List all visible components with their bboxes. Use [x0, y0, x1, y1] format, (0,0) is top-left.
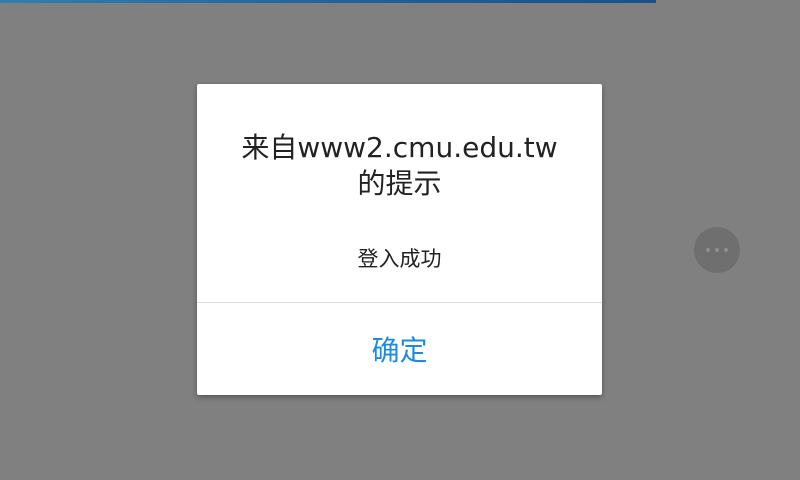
confirm-button[interactable]: 确定: [197, 303, 602, 395]
dialog-title: 来自www2.cmu.edu.tw的提示: [241, 131, 558, 200]
more-horiz-icon: [704, 248, 731, 252]
more-options-button[interactable]: [694, 227, 740, 273]
alert-dialog: 来自www2.cmu.edu.tw的提示 登入成功 确定: [197, 84, 602, 395]
page-load-progress-fill: [0, 0, 656, 3]
dialog-message: 登入成功: [357, 247, 442, 271]
page-load-progress-bar: [0, 0, 800, 3]
